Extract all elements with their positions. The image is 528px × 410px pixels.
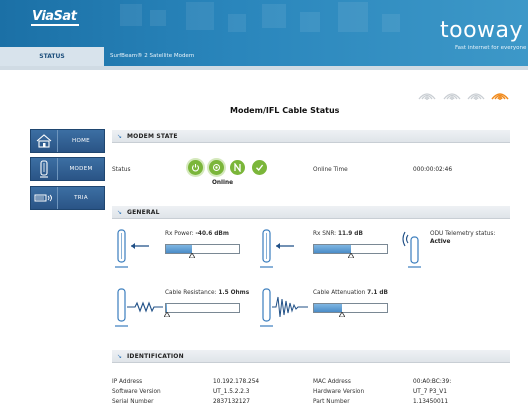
rx-snr-fill	[314, 245, 351, 253]
power-icon	[188, 160, 203, 175]
rx-power-label: Rx Power: -40.6 dBm	[165, 231, 229, 237]
rx-snr-marker-icon	[347, 253, 354, 258]
satellite-signal-icon	[467, 93, 485, 100]
cable-resistance-value: 1.5 Ohms	[218, 290, 250, 296]
rx-power-meter	[165, 244, 240, 254]
rx-power-fill	[166, 245, 192, 253]
section-arrow-icon: ↘	[117, 353, 123, 360]
nav-tria-label: TRIA	[74, 195, 88, 201]
cable-attenuation-value: 7.1 dB	[367, 290, 388, 296]
ip-address-label: IP Address	[112, 379, 143, 385]
decor-square	[382, 14, 400, 32]
rx-power-marker-icon	[188, 253, 195, 258]
serial-number-value: 2837132127	[213, 399, 250, 405]
check-circle-icon	[252, 160, 267, 175]
rx-snr-label: Rx SNR: 11.9 dB	[313, 231, 363, 237]
mac-address-value: 00:A0:BC:39:	[413, 379, 452, 385]
section-title: MODEM STATE	[127, 133, 178, 140]
cable-attenuation-fill	[314, 304, 342, 312]
cable-resistance-fill	[166, 304, 167, 312]
nav-modem[interactable]: MODEM	[30, 157, 105, 181]
satellite-signal-active-icon	[491, 93, 509, 100]
modem-snr-icon	[260, 229, 294, 268]
nav-home-label: HOME	[72, 138, 90, 144]
tria-icon	[31, 187, 58, 209]
cable-attenuation-meter	[313, 303, 388, 313]
odu-telemetry-icon	[402, 231, 421, 268]
status-value: Online	[212, 180, 234, 186]
n-circle-icon	[230, 160, 245, 175]
software-version-label: Software Version	[112, 389, 161, 395]
header-subbar	[0, 66, 528, 70]
tab-status[interactable]: STATUS	[0, 47, 104, 66]
software-version-value: UT_1.5.2.2.3	[213, 389, 250, 395]
home-icon	[31, 130, 58, 152]
odu-telemetry-value: Active	[430, 239, 451, 245]
cable-attenuation-marker-icon	[338, 312, 345, 317]
dot-circle-icon	[209, 160, 224, 175]
cable-resistance-marker-icon	[164, 312, 171, 317]
tooway-logo: tooway	[440, 18, 524, 43]
cable-resistance-meter	[165, 303, 240, 313]
section-title: IDENTIFICATION	[127, 353, 184, 360]
section-header-general[interactable]: ↘ GENERAL	[112, 206, 510, 219]
header-banner: ViaSat tooway Fast internet for everyone…	[0, 0, 528, 66]
part-number-label: Part Number	[313, 399, 350, 405]
decor-square	[150, 10, 166, 26]
odu-telemetry-label: ODU Telemetry status:	[430, 231, 496, 237]
decor-square	[228, 14, 246, 32]
satellite-signal-icon	[418, 93, 436, 100]
ip-address-value: 10.192.178.254	[213, 379, 260, 385]
status-label: Status	[112, 167, 131, 173]
cable-attenuation-icon	[260, 288, 308, 327]
nav-modem-label: MODEM	[69, 166, 93, 172]
serial-number-label: Serial Number	[112, 399, 154, 405]
rx-snr-value: 11.9 dB	[337, 231, 363, 237]
modem-icon	[31, 158, 58, 180]
decor-square	[120, 4, 142, 26]
nav-home[interactable]: HOME	[30, 129, 105, 153]
cable-attenuation-label: Cable Attenuation 7.1 dB	[313, 290, 388, 296]
section-title: GENERAL	[127, 209, 160, 216]
hardware-version-label: Hardware Version	[313, 389, 365, 395]
section-header-modem-state[interactable]: ↘ MODEM STATE	[112, 130, 510, 143]
tab-bar: STATUS SurfBeam® 2 Satellite Modem	[0, 47, 528, 66]
decor-square	[262, 4, 286, 28]
decor-square	[186, 2, 214, 30]
viasat-logo-underline	[31, 24, 79, 26]
cable-resistance-label: Cable Resistance: 1.5 Ohms	[165, 290, 250, 296]
page-title: Modem/IFL Cable Status	[230, 106, 340, 115]
section-arrow-icon: ↘	[117, 133, 123, 140]
mac-address-label: MAC Address	[313, 379, 351, 385]
part-number-value: 1.13450011	[413, 399, 449, 405]
online-time-value: 000:00:02:46	[413, 167, 453, 173]
section-arrow-icon: ↘	[117, 209, 123, 216]
nav-tria[interactable]: TRIA	[30, 186, 105, 210]
hardware-version-value: UT_7 P3_V1	[413, 389, 447, 395]
viasat-logo: ViaSat	[32, 9, 77, 24]
satellite-signal-icon	[443, 93, 461, 100]
modem-signal-in-icon	[115, 229, 149, 268]
cable-resistance-icon	[115, 288, 163, 327]
decor-square	[338, 2, 368, 32]
decor-square	[300, 12, 320, 32]
section-header-identification[interactable]: ↘ IDENTIFICATION	[112, 350, 510, 363]
online-time-label: Online Time	[313, 167, 348, 173]
modem-model-label: SurfBeam® 2 Satellite Modem	[110, 53, 195, 59]
rx-power-value: -40.6 dBm	[195, 231, 229, 237]
